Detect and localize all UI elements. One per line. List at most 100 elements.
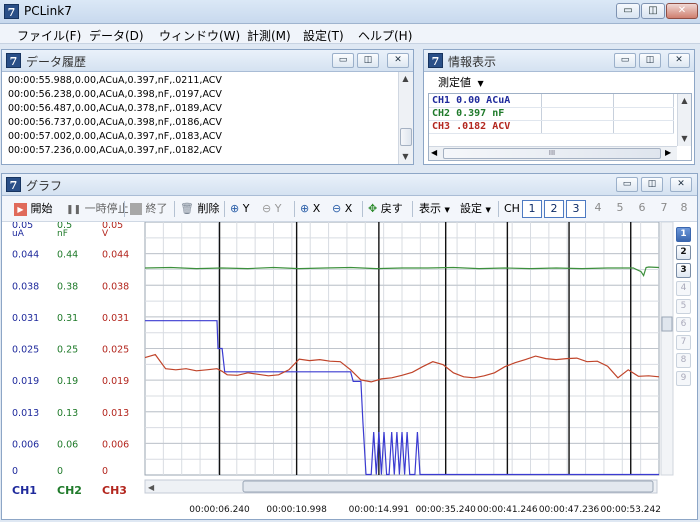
side-ch-9[interactable]: 9 (676, 371, 691, 386)
panel-logo-icon: 7 (428, 53, 443, 68)
side-ch-3[interactable]: 3 (676, 263, 691, 278)
log-line: 00:00:56.737,0.00,ACuA,0.398,nF,.0186,AC… (8, 117, 222, 128)
scroll-right-arrow-icon[interactable]: ▶ (665, 148, 671, 157)
side-ch-2[interactable]: 2 (676, 245, 691, 260)
x-tick-label: 00:00:47.236 (539, 505, 600, 515)
history-minimize-button[interactable]: ▭ (332, 53, 354, 68)
footer-channel-label: CH2 (57, 484, 82, 497)
zoom-in-y-button[interactable]: ⊕ Y (230, 200, 249, 218)
ch-toggle-7[interactable]: 7 (654, 200, 674, 218)
app-minimize-button[interactable]: ▭ (616, 3, 640, 19)
menu-data[interactable]: データ(D) (80, 24, 153, 47)
scroll-down-arrow-icon[interactable]: ▼ (678, 132, 691, 145)
chart-hscroll-thumb[interactable] (242, 480, 654, 493)
log-line: 00:00:56.487,0.00,ACuA,0.378,nF,.0189,AC… (8, 103, 222, 114)
start-button[interactable]: ▶ 開始 (14, 200, 53, 218)
x-tick-label: 00:00:53.242 (600, 505, 660, 515)
side-ch-4[interactable]: 4 (676, 281, 691, 296)
history-scrollbar[interactable]: ▲ ▼ (398, 72, 413, 164)
info-dropdown[interactable]: 測定値 ▼ (438, 74, 484, 90)
settings-dropdown[interactable]: 設定 ▼ (460, 200, 491, 218)
footer-channel-label: CH3 (102, 484, 127, 497)
info-minimize-button[interactable]: ▭ (614, 53, 636, 68)
move-arrows-icon: ✥ (368, 202, 378, 215)
axis-tick-label: 0.025 (102, 345, 129, 356)
info-hscrollbar[interactable]: ◀ III ▶ (429, 146, 677, 160)
ch-toggle-6[interactable]: 6 (632, 200, 652, 218)
axis-tick-label: 0 (12, 466, 18, 477)
history-close-button[interactable]: ✕ (387, 53, 409, 68)
side-channel-buttons: 1 2 3 4 5 6 7 8 9 (676, 227, 692, 397)
panel-logo-icon: 7 (6, 53, 21, 68)
menu-file[interactable]: ファイル(F) (8, 24, 90, 47)
side-ch-5[interactable]: 5 (676, 299, 691, 314)
zoom-in-y-label: Y (242, 202, 250, 215)
axis-tick-label: 0.019 (102, 376, 129, 387)
side-ch-7[interactable]: 7 (676, 335, 691, 350)
ch-toggle-8[interactable]: 8 (674, 200, 694, 218)
hscroll-thumb[interactable]: III (443, 148, 661, 159)
menu-help[interactable]: ヘルプ(H) (349, 24, 421, 47)
side-ch-1[interactable]: 1 (676, 227, 691, 242)
history-log[interactable]: 00:00:55.988,0.00,ACuA,0.397,nF,.0211,AC… (8, 74, 394, 158)
toolbar-separator (124, 201, 125, 217)
menu-window[interactable]: ウィンドウ(W) (150, 24, 249, 47)
scroll-down-arrow-icon[interactable]: ▼ (399, 150, 412, 163)
graph-panel: 7 グラフ ▭ ◫ ✕ ▶ 開始 ❚❚ 一時停止 終了 🗑 削除 ⊕ Y ⊖ Y… (1, 173, 698, 520)
chart-vscrollbar[interactable] (660, 222, 674, 476)
graph-restore-button[interactable]: ◫ (641, 177, 663, 192)
ch-toggle-4[interactable]: 4 (588, 200, 608, 218)
stop-icon (130, 203, 142, 215)
app-close-button[interactable]: ✕ (666, 3, 698, 19)
delete-label: 削除 (197, 202, 220, 215)
x-tick-label: 00:00:14.991 (349, 505, 409, 515)
side-ch-8[interactable]: 8 (676, 353, 691, 368)
axis-tick-label: 0.44 (57, 250, 78, 261)
toolbar-separator (224, 201, 225, 217)
zoom-out-y-button[interactable]: ⊖ Y (262, 200, 281, 218)
info-restore-button[interactable]: ◫ (639, 53, 661, 68)
scroll-left-arrow-icon[interactable]: ◀ (148, 483, 155, 492)
axis-tick-label: 0.025 (12, 345, 39, 356)
graph-minimize-button[interactable]: ▭ (616, 177, 638, 192)
scroll-left-arrow-icon[interactable]: ◀ (431, 148, 437, 157)
app-restore-button[interactable]: ◫ (641, 3, 665, 19)
menu-bar: ファイル(F) データ(D) ウィンドウ(W) 計測(M) 設定(T) ヘルプ(… (0, 24, 700, 44)
zoom-in-x-button[interactable]: ⊕ X (300, 200, 320, 218)
graph-close-button[interactable]: ✕ (670, 177, 692, 192)
delete-button[interactable]: 🗑 削除 (180, 200, 219, 218)
history-restore-button[interactable]: ◫ (357, 53, 379, 68)
menu-settings[interactable]: 設定(T) (294, 24, 353, 47)
zoom-in-x-label: X (312, 202, 321, 215)
info-close-button[interactable]: ✕ (668, 53, 690, 68)
display-dropdown[interactable]: 表示 ▼ (419, 200, 450, 218)
axis-tick-label: 0.006 (12, 439, 39, 450)
scroll-thumb[interactable] (400, 128, 412, 146)
stop-button[interactable]: 終了 (130, 200, 168, 218)
scroll-up-arrow-icon[interactable]: ▲ (399, 72, 412, 85)
axis-tick-label: 0.006 (102, 439, 129, 450)
info-row-ch1: CH1 0.00 ACuA (429, 94, 542, 108)
pause-icon: ❚❚ (66, 205, 82, 215)
ch-toggle-5[interactable]: 5 (610, 200, 630, 218)
scroll-up-arrow-icon[interactable]: ▲ (678, 94, 691, 107)
zoom-out-y-label: Y (274, 202, 282, 215)
side-ch-6[interactable]: 6 (676, 317, 691, 332)
ch-toggle-3[interactable]: 3 (566, 200, 586, 218)
axis-tick-label: 0.19 (57, 376, 78, 387)
pause-button[interactable]: ❚❚ 一時停止 (66, 200, 129, 218)
x-tick-label: 00:00:41.246 (477, 505, 538, 515)
x-tick-label: 00:00:06.240 (189, 505, 250, 515)
back-button[interactable]: ✥ 戻す (368, 200, 403, 218)
ch-toggle-1[interactable]: 1 (522, 200, 542, 218)
info-table: CH1 0.00 ACuA CH2 0.397 nF CH3 .0182 ACV (429, 94, 674, 134)
axis-tick-label: 0.044 (12, 250, 39, 261)
menu-measure[interactable]: 計測(M) (238, 24, 300, 47)
zoom-in-icon: ⊕ (300, 202, 310, 215)
chart-vscroll-thumb[interactable] (661, 316, 673, 332)
chart-svg[interactable]: uA0.050.0440.0380.0310.0250.0190.0130.00… (2, 222, 697, 519)
log-line: 00:00:55.988,0.00,ACuA,0.397,nF,.0211,AC… (8, 75, 222, 86)
ch-toggle-2[interactable]: 2 (544, 200, 564, 218)
info-vscrollbar[interactable]: ▲ ▼ (677, 94, 691, 146)
zoom-out-x-button[interactable]: ⊖ X (332, 200, 352, 218)
